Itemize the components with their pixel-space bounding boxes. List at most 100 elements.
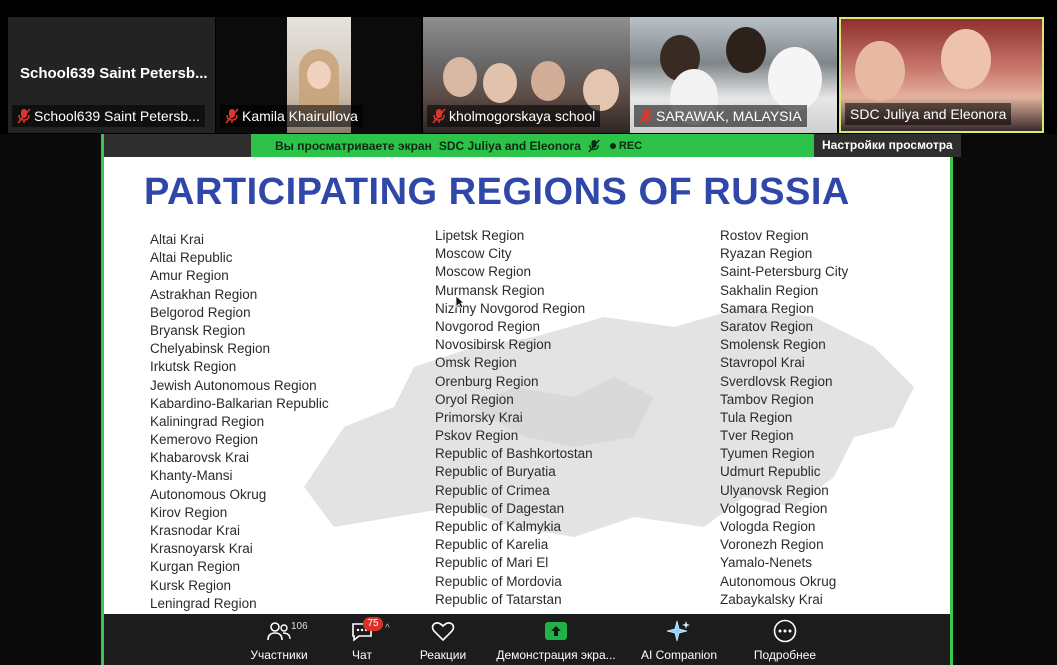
region-item: Stavropol Krai (720, 355, 805, 371)
participant-name-bar: SDC Juliya and Eleonora (845, 103, 1012, 125)
participant-name-bar: Kamila Khairullova (220, 105, 363, 127)
participant-name: kholmogorskaya school (449, 108, 596, 124)
participant-tile-sdc-active-speaker[interactable]: SDC Juliya and Eleonora (839, 17, 1044, 133)
region-item: Irkutsk Region (150, 359, 237, 375)
sparkle-icon (666, 620, 690, 642)
region-item: Republic of Tatarstan (435, 591, 562, 607)
people-icon (267, 622, 291, 641)
participant-name-bar: School639 Saint Petersb... (12, 105, 205, 127)
region-item: Tyumen Region (720, 446, 815, 462)
region-item: Moscow City (435, 246, 512, 262)
region-item: Ryazan Region (720, 246, 813, 262)
region-item: Tula Region (720, 409, 793, 425)
region-item: Pskov Region (435, 428, 519, 444)
region-item: Jewish Autonomous Region (150, 377, 317, 393)
ai-companion-button[interactable]: AI Companion (617, 614, 741, 665)
participant-tile-kholmogorskaya[interactable]: kholmogorskaya school (423, 17, 630, 133)
region-item: Rostov Region (720, 228, 809, 243)
mic-muted-icon (225, 108, 239, 124)
shared-screen: Вы просматриваете экран SDC Juliya and E… (101, 134, 961, 665)
region-item: Tambov Region (720, 391, 814, 407)
region-item: Oryol Region (435, 391, 514, 407)
region-item: Samara Region (720, 300, 814, 316)
region-item: Tver Region (720, 428, 794, 444)
region-item: Autonomous Okrug (150, 486, 267, 502)
region-item: Chelyabinsk Region (150, 341, 271, 357)
region-item: Udmurt Republic (720, 464, 821, 480)
heart-icon (431, 622, 455, 642)
region-item: Republic of Dagestan (435, 500, 565, 516)
more-button[interactable]: Подробнее (741, 614, 829, 665)
region-item: Kurgan Region (150, 559, 241, 575)
rec-dot-icon (609, 142, 616, 149)
region-item: Republic of Bashkortostan (435, 446, 593, 462)
region-item: Yamalo-Nenets (720, 555, 813, 571)
region-item: Astrakhan Region (150, 286, 258, 302)
more-dots-icon (773, 619, 797, 643)
region-item: Republic of Buryatia (435, 464, 556, 480)
reactions-label: Реакции (419, 648, 467, 662)
region-item: Altai Republic (150, 250, 233, 266)
share-screen-button[interactable]: Демонстрация экра... (495, 614, 617, 665)
region-column-1: Altai Krai Altai Republic Amur Region Astra… (150, 231, 329, 613)
slide-title: PARTICIPATING REGIONS OF RUSSIA (144, 171, 850, 213)
region-item: Smolensk Region (720, 337, 826, 353)
region-item: Republic of Karelia (435, 537, 549, 553)
tile-display-name: School639 Saint Petersb... (20, 65, 208, 82)
region-item: Belgorod Region (150, 304, 251, 320)
view-options-button[interactable]: Настройки просмотра (814, 134, 961, 157)
region-item: Khabarovsk Krai (150, 450, 250, 466)
mouse-cursor-icon (455, 295, 465, 309)
region-column-2: Lipetsk Region Moscow City Moscow Region Mu… (435, 227, 593, 609)
participant-name: SARAWAK, MALAYSIA (656, 108, 802, 124)
participant-tile-kamila[interactable]: Kamila Khairullova (216, 17, 421, 133)
region-item: Republic of Kalmykia (435, 519, 562, 534)
participants-count: 106 (291, 621, 308, 632)
participants-label: Участники (250, 648, 308, 662)
region-item: Primorsky Krai (435, 409, 523, 425)
region-item: Republic of Crimea (435, 482, 550, 498)
viewing-banner: Вы просматриваете экран SDC Juliya and E… (251, 134, 961, 157)
presenter-name: SDC Juliya and Eleonora (438, 138, 581, 153)
presentation-slide: PARTICIPATING REGIONS OF RUSSIA Altai Kr… (104, 157, 950, 614)
region-item: Voronezh Region (720, 537, 824, 553)
region-item: Krasnodar Krai (150, 523, 241, 538)
meeting-toolbar: 106 Участники 75 ^ Чат Реакции Демонстра… (104, 614, 950, 665)
participants-button[interactable]: 106 Участники (225, 614, 333, 665)
region-item: Kabardino-Balkarian Republic (150, 395, 329, 411)
chat-button[interactable]: 75 ^ Чат (333, 614, 391, 665)
region-item: Saint-Petersburg City (720, 264, 849, 280)
region-item: Khanty-Mansi (150, 468, 233, 484)
region-item: Kursk Region (150, 577, 232, 593)
mic-muted-icon (639, 108, 653, 124)
chat-label: Чат (352, 648, 372, 662)
participant-name-bar: kholmogorskaya school (427, 105, 601, 127)
region-item: Saratov Region (720, 318, 814, 334)
participant-name: Kamila Khairullova (242, 108, 358, 124)
share-screen-label: Демонстрация экра... (496, 648, 616, 662)
viewing-text: Вы просматриваете экран (275, 138, 432, 153)
region-item: Lipetsk Region (435, 228, 525, 243)
region-item: Novgorod Region (435, 318, 541, 334)
region-item: Volgograd Region (720, 500, 828, 516)
region-item: Krasnoyarsk Krai (150, 541, 253, 557)
participant-tile-sarawak[interactable]: SARAWAK, MALAYSIA (630, 17, 837, 133)
region-item: Kemerovo Region (150, 432, 259, 448)
region-item: Ulyanovsk Region (720, 482, 829, 498)
region-item: Omsk Region (435, 355, 517, 371)
region-item: Amur Region (150, 268, 229, 284)
chevron-up-icon[interactable]: ^ (385, 623, 390, 634)
region-item: Altai Krai (150, 232, 205, 247)
participant-tile-school639[interactable]: School639 Saint Petersb... School639 Sai… (8, 17, 215, 133)
reactions-button[interactable]: Реакции (391, 614, 495, 665)
region-column-3: Rostov Region Ryazan Region Saint-Petersbu… (720, 227, 848, 609)
more-label: Подробнее (753, 648, 817, 662)
region-item: Orenburg Region (435, 373, 539, 389)
mic-muted-icon (17, 108, 31, 124)
region-item: Moscow Region (435, 264, 532, 280)
region-item: Zabaykalsky Krai (720, 591, 823, 607)
region-item: Novosibirsk Region (435, 337, 552, 353)
rec-indicator: REC (609, 140, 642, 152)
region-item: Kirov Region (150, 504, 228, 520)
participant-name: SDC Juliya and Eleonora (850, 106, 1007, 122)
